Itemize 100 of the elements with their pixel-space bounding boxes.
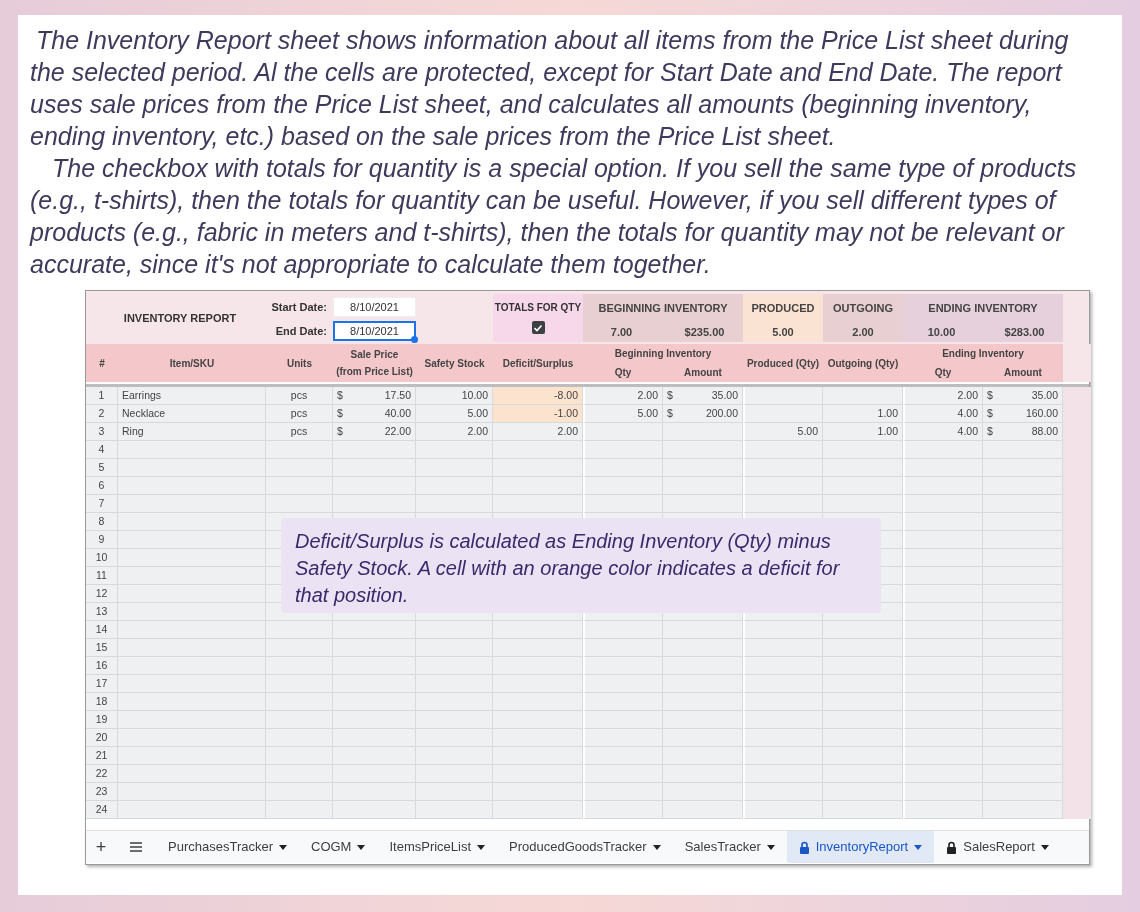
margin-cell: [1063, 801, 1091, 819]
paragraph: The checkbox with totals for quantity is a special option. If you sell the same type of products (e.g., t-shirts), then the totals for quantity can be useful. However, if you sell different types of products (e.g., fabric in meters and t-shirts), then the totals for quantity may not be relevant or accurate, since it's not appropriate to calculate them together.: [30, 153, 1078, 280]
table-cell: pcs: [266, 387, 333, 405]
cell-value: 17.50: [384, 387, 411, 403]
summary-label: PRODUCED: [750, 301, 816, 316]
currency-symbol: $: [987, 405, 993, 421]
cell-value: 40.00: [384, 405, 411, 421]
date-field[interactable]: 8/10/2021: [333, 321, 416, 341]
annotation-note: Deficit/Surplus is calculated as Ending Inventory (Qty) minus Safety Stock. A cell with an orange color indicates a deficit for that position.: [281, 518, 881, 613]
currency-symbol: $: [337, 423, 343, 439]
summary-value: 5.00: [771, 325, 795, 340]
column-header: Units: [266, 344, 333, 382]
caret-icon: [766, 844, 775, 850]
table-cell: 6: [86, 477, 118, 495]
summary-value: 7.00: [609, 325, 634, 340]
table-cell: 2.00: [583, 387, 663, 405]
table-cell: 24: [86, 801, 118, 819]
summary-label: OUTGOING: [832, 301, 894, 316]
sheet-tab[interactable]: SalesTracker: [672, 831, 787, 863]
currency-symbol: $: [987, 423, 993, 439]
cell-value: 160.00: [1025, 405, 1058, 421]
cell-value: 200.00: [705, 405, 738, 421]
checkbox[interactable]: [531, 321, 545, 334]
margin-cell: [1063, 387, 1091, 405]
sheet-tab[interactable]: PurchasesTracker: [156, 831, 299, 863]
column-header: Amount: [683, 366, 723, 380]
column-header: Sale Price: [350, 348, 399, 362]
caret-icon: [1040, 844, 1049, 850]
table-cell: 2.00: [903, 387, 983, 405]
table-cell: [266, 801, 333, 819]
paragraph: The Inventory Report sheet shows information about all items from the Price List sheet during the selected period. Al the cells are protected, except for Start Date and End Date. The report uses sale prices from the Price List sheet, and calculates all amounts (beginning inventory, ending inventory, etc.) based on the sale prices from the Price List sheet.: [30, 25, 1070, 152]
table-cell: 5.00: [743, 423, 823, 441]
table-cell: 16: [86, 657, 118, 675]
sheet-tab[interactable]: COGM: [299, 831, 378, 863]
table-cell: 19: [86, 711, 118, 729]
sheet-tab[interactable]: InventoryReport: [786, 831, 935, 863]
column-header: Safety Stock: [416, 344, 493, 382]
table-cell: 1.00: [823, 405, 903, 423]
summary-label: ENDING INVENTORY: [927, 301, 1039, 316]
date-field[interactable]: 8/10/2021: [333, 297, 416, 317]
add-sheet-button[interactable]: +: [86, 831, 116, 863]
currency-symbol: $: [337, 387, 343, 403]
summary-value: $283.00: [1003, 325, 1046, 340]
summary-label: BEGINNING INVENTORY: [597, 301, 729, 316]
table-cell: Necklace: [118, 405, 266, 423]
date-label: End Date:: [274, 323, 328, 339]
cell-value: 22.00: [384, 423, 411, 439]
table-cell: 5: [86, 459, 118, 477]
summary-value: 2.00: [851, 325, 875, 340]
selection-handle: [411, 336, 418, 343]
date-label: Start Date:: [270, 299, 328, 315]
cell-value: 35.00: [1031, 387, 1058, 403]
table-cell: 18: [86, 693, 118, 711]
table-cell: -1.00: [493, 405, 583, 423]
table-cell: 3: [86, 423, 118, 441]
table-cell: 15: [86, 639, 118, 657]
column-header: Deficit/Surplus: [493, 344, 583, 382]
table-cell: Ring: [118, 423, 266, 441]
summary-value: $235.00: [683, 325, 726, 340]
totals-label: TOTALS FOR QTY: [494, 301, 582, 315]
table-cell: 17: [86, 675, 118, 693]
table-cell: pcs: [266, 423, 333, 441]
table-cell: 2.00: [493, 423, 583, 441]
sheet-tab[interactable]: ItemsPriceList: [377, 831, 498, 863]
sheet-tab[interactable]: SalesReport: [934, 831, 1061, 863]
table-cell: 20: [86, 729, 118, 747]
report-title: INVENTORY REPORT: [122, 310, 238, 326]
column-header: Qty: [613, 366, 633, 380]
cell-value: 35.00: [711, 387, 738, 403]
column-header: #: [86, 344, 118, 382]
currency-symbol: $: [987, 387, 993, 403]
table-cell: 2.00: [416, 423, 493, 441]
table-cell: 1.00: [823, 423, 903, 441]
summary-value: 10.00: [926, 325, 957, 340]
table-cell: 9: [86, 531, 118, 549]
table-cell: 21: [86, 747, 118, 765]
caret-icon: [652, 844, 661, 850]
table-cell: 12: [86, 585, 118, 603]
column-header: Item/SKU: [118, 344, 266, 382]
sheet-tab[interactable]: ProducedGoodsTracker: [497, 831, 673, 863]
table-cell: 5.00: [583, 405, 663, 423]
table-cell: 11: [86, 567, 118, 585]
column-header: Beginning Inventory: [613, 347, 713, 361]
table-cell: 4.00: [903, 423, 983, 441]
column-header: Produced (Qty): [743, 344, 823, 382]
currency-symbol: $: [667, 387, 673, 403]
table-cell: 1: [86, 387, 118, 405]
column-header: (from Price List): [336, 365, 413, 379]
caret-icon: [914, 844, 923, 850]
table-cell: pcs: [266, 405, 333, 423]
column-header: Qty: [933, 366, 953, 380]
table-cell: 10: [86, 549, 118, 567]
caret-icon: [279, 844, 287, 850]
table-cell: 4: [86, 441, 118, 459]
table-cell: 14: [86, 621, 118, 639]
table-cell: 10.00: [416, 387, 493, 405]
table-cell: 22: [86, 765, 118, 783]
table-cell: 2: [86, 405, 118, 423]
column-header: Amount: [1003, 366, 1043, 380]
table-cell: 23: [86, 783, 118, 801]
